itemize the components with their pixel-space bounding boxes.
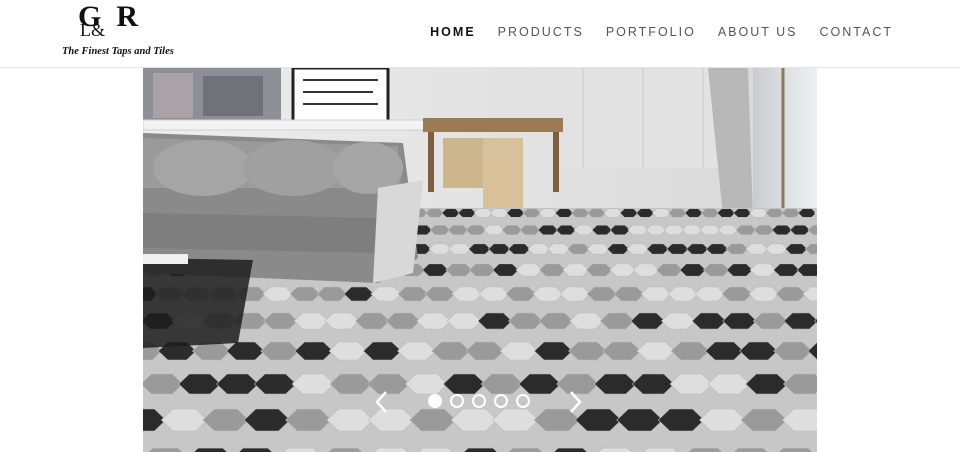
nav-contact-link[interactable]: CONTACT <box>820 25 894 39</box>
slider-prev-button[interactable] <box>370 388 394 416</box>
slider-dot-2[interactable] <box>450 394 464 408</box>
slider-dot-4[interactable] <box>494 394 508 408</box>
hero-slider <box>143 68 817 452</box>
nav-home-link[interactable]: HOME <box>430 25 476 39</box>
nav-portfolio-link[interactable]: PORTFOLIO <box>606 25 696 39</box>
nav-products-link[interactable]: PRODUCTS <box>498 25 584 39</box>
slider-pagination <box>428 394 530 408</box>
site-logo[interactable]: G R L& The Finest Taps and Tiles <box>60 0 178 64</box>
chevron-right-icon <box>570 391 582 413</box>
main-navigation: HOME PRODUCTS PORTFOLIO ABOUT US CONTACT <box>430 25 893 39</box>
slider-dot-3[interactable] <box>472 394 486 408</box>
site-header: G R L& The Finest Taps and Tiles HOME PR… <box>0 0 960 68</box>
slider-next-button[interactable] <box>563 388 587 416</box>
nav-about-link[interactable]: ABOUT US <box>718 25 798 39</box>
logo-tagline: The Finest Taps and Tiles <box>62 46 174 57</box>
logo-ampersand-mark: L& <box>80 20 105 40</box>
slider-dot-1[interactable] <box>428 394 442 408</box>
slider-dot-5[interactable] <box>516 394 530 408</box>
chevron-left-icon <box>375 391 387 413</box>
